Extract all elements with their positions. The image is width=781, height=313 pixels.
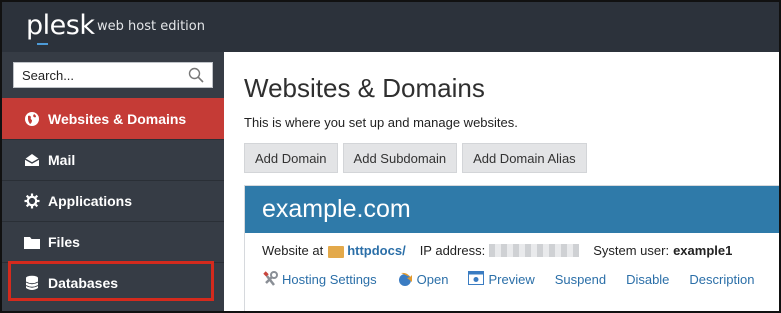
add-domain-button[interactable]: Add Domain (244, 143, 338, 173)
logo-accent (37, 43, 48, 45)
preview-label: Preview (488, 271, 535, 287)
sidebar-item-mail[interactable]: Mail (2, 139, 224, 180)
suspend-link[interactable]: Suspend (555, 272, 606, 287)
toolbar: Add Domain Add Subdomain Add Domain Alia… (244, 143, 587, 173)
plesk-window: plesk web host edition Websites & Domain… (0, 0, 781, 313)
wrench-icon (262, 271, 278, 287)
page-title: Websites & Domains (244, 73, 485, 103)
open-link-icon (397, 271, 413, 287)
sidebar-item-label: Files (48, 234, 80, 250)
databases-highlight-box (8, 261, 214, 301)
search-input[interactable] (14, 63, 179, 87)
hosting-settings-label: Hosting Settings (282, 271, 377, 287)
sidebar-item-websites-domains[interactable]: Websites & Domains (2, 98, 224, 139)
folder-icon (328, 245, 345, 258)
hosting-settings-link[interactable]: Hosting Settings (262, 271, 377, 287)
open-link[interactable]: Open (397, 271, 449, 287)
sidebar-item-files[interactable]: Files (2, 221, 224, 262)
page-description: This is where you set up and manage webs… (244, 115, 518, 130)
ip-address-redacted (489, 244, 580, 257)
website-at-label: Website at (262, 243, 324, 258)
add-domain-alias-button[interactable]: Add Domain Alias (462, 143, 587, 173)
preview-icon (468, 271, 485, 287)
main-content: Websites & Domains This is where you set… (224, 52, 779, 311)
top-bar: plesk web host edition (2, 2, 779, 52)
folder-icon (24, 234, 40, 250)
system-user-label: System user: (593, 243, 670, 258)
search-box (13, 62, 213, 88)
preview-link[interactable]: Preview (468, 271, 535, 287)
domain-panel: example.com Website at httpdocs/ IP addr… (244, 185, 779, 311)
gear-icon (24, 193, 40, 209)
mail-icon (24, 152, 40, 168)
sidebar-item-label: Websites & Domains (48, 111, 187, 127)
ip-address-label: IP address: (419, 243, 486, 258)
sidebar-item-applications[interactable]: Applications (2, 180, 224, 221)
docroot-link[interactable]: httpdocs/ (347, 243, 406, 258)
plesk-logo[interactable]: plesk (26, 10, 95, 41)
system-user-value: example1 (673, 243, 733, 258)
open-label: Open (416, 271, 449, 287)
search-icon[interactable] (188, 67, 204, 83)
domain-actions: Hosting Settings Open Preview Suspend Di… (262, 271, 774, 287)
domain-name: example.com (245, 186, 779, 233)
globe-icon (24, 111, 40, 127)
sidebar-item-label: Applications (48, 193, 133, 209)
edition-label: web host edition (97, 19, 205, 34)
description-link[interactable]: Description (689, 272, 754, 287)
disable-link[interactable]: Disable (626, 272, 669, 287)
sidebar-item-label: Mail (48, 152, 76, 168)
add-subdomain-button[interactable]: Add Subdomain (342, 143, 458, 173)
sidebar: Websites & Domains Mail Applications Fil… (2, 52, 224, 311)
domain-info-row: Website at httpdocs/ IP address: System … (262, 243, 732, 258)
